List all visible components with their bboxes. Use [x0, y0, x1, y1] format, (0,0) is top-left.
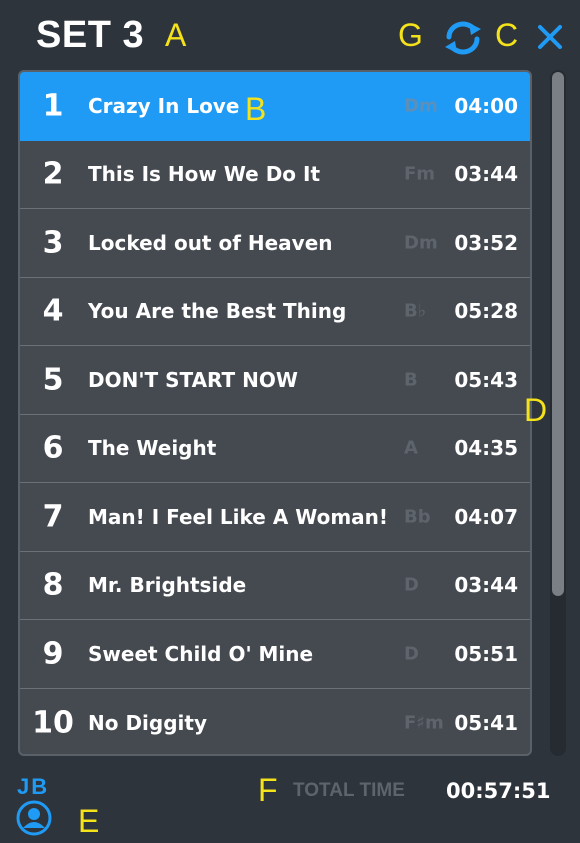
song-row[interactable]: 5 DON'T START NOW B 05:43 [20, 346, 530, 415]
song-key: F♯m [404, 712, 444, 734]
song-title: Sweet Child O' Mine [88, 641, 314, 666]
close-button[interactable] [536, 22, 564, 50]
song-title: The Weight [88, 436, 217, 461]
user-button[interactable] [16, 800, 52, 836]
song-key: D [404, 643, 419, 665]
song-duration: 05:28 [454, 299, 518, 324]
song-row[interactable]: 8 Mr. Brightside D 03:44 [20, 552, 530, 620]
user-icon [16, 800, 52, 836]
song-duration: 03:44 [454, 573, 518, 598]
song-row[interactable]: 7 Man! I Feel Like A Woman! Bb 04:07 [20, 483, 530, 552]
song-number: 10 [32, 705, 74, 741]
song-row[interactable]: 3 Locked out of Heaven Dm 03:52 [20, 209, 530, 278]
song-number: 9 [42, 636, 64, 672]
annotation-d: D [524, 392, 548, 428]
song-row[interactable]: 10 No Diggity F♯m 05:41 [20, 689, 530, 755]
scrollbar-track[interactable] [550, 70, 566, 756]
song-list: 1 Crazy In Love Dm 04:00 2 This Is How We Do … [18, 70, 532, 756]
song-title: Mr. Brightside [88, 573, 247, 598]
song-key: B [404, 369, 418, 391]
song-row[interactable]: 4 You Are the Best Thing B♭ 05:28 [20, 278, 530, 346]
song-key: A [404, 437, 418, 459]
song-duration: 04:07 [454, 504, 518, 529]
total-time-value: 00:57:51 [446, 779, 551, 803]
song-key: Fm [404, 163, 436, 185]
scrollbar-thumb[interactable] [552, 72, 564, 596]
annotation-f: F [258, 772, 278, 808]
song-title: Locked out of Heaven [88, 230, 333, 255]
song-row[interactable]: 1 Crazy In Love Dm 04:00 [20, 72, 530, 141]
song-title: You Are the Best Thing [88, 299, 347, 324]
song-duration: 04:00 [454, 94, 518, 119]
song-title: DON'T START NOW [88, 367, 298, 392]
song-title: Man! I Feel Like A Woman! [88, 504, 389, 529]
song-key: Bb [404, 506, 431, 528]
annotation-b: B [245, 91, 267, 127]
song-title: This Is How We Do It [88, 162, 321, 187]
song-key: B♭ [404, 300, 427, 322]
song-number: 4 [42, 293, 64, 329]
song-number: 7 [42, 499, 64, 535]
song-row[interactable]: 6 The Weight A 04:35 [20, 415, 530, 483]
song-key: Dm [404, 95, 438, 117]
song-number: 1 [42, 88, 64, 124]
song-duration: 04:35 [454, 436, 518, 461]
song-number: 2 [42, 156, 64, 192]
refresh-button[interactable] [443, 20, 483, 56]
song-duration: 05:51 [454, 641, 518, 666]
user-initials[interactable]: JB [17, 774, 49, 800]
song-number: 5 [42, 362, 64, 398]
song-duration: 05:43 [454, 367, 518, 392]
song-duration: 03:44 [454, 162, 518, 187]
song-row[interactable]: 9 Sweet Child O' Mine D 05:51 [20, 620, 530, 689]
song-row[interactable]: 2 This Is How We Do It Fm 03:44 [20, 141, 530, 209]
total-time-label: TOTAL TIME [293, 780, 405, 801]
song-number: 8 [42, 567, 64, 603]
song-title: Crazy In Love [88, 94, 240, 119]
refresh-icon [445, 21, 481, 55]
set-title: SET 3 [36, 14, 145, 56]
annotation-a: A [165, 17, 187, 53]
close-icon [538, 25, 562, 49]
song-title: No Diggity [88, 710, 207, 735]
annotation-e: E [78, 803, 100, 839]
annotation-g: G [398, 17, 423, 53]
song-key: Dm [404, 232, 438, 254]
song-number: 6 [42, 430, 64, 466]
annotation-c: C [495, 17, 519, 53]
song-number: 3 [42, 225, 64, 261]
song-duration: 05:41 [454, 710, 518, 735]
song-key: D [404, 574, 419, 596]
song-duration: 03:52 [454, 230, 518, 255]
